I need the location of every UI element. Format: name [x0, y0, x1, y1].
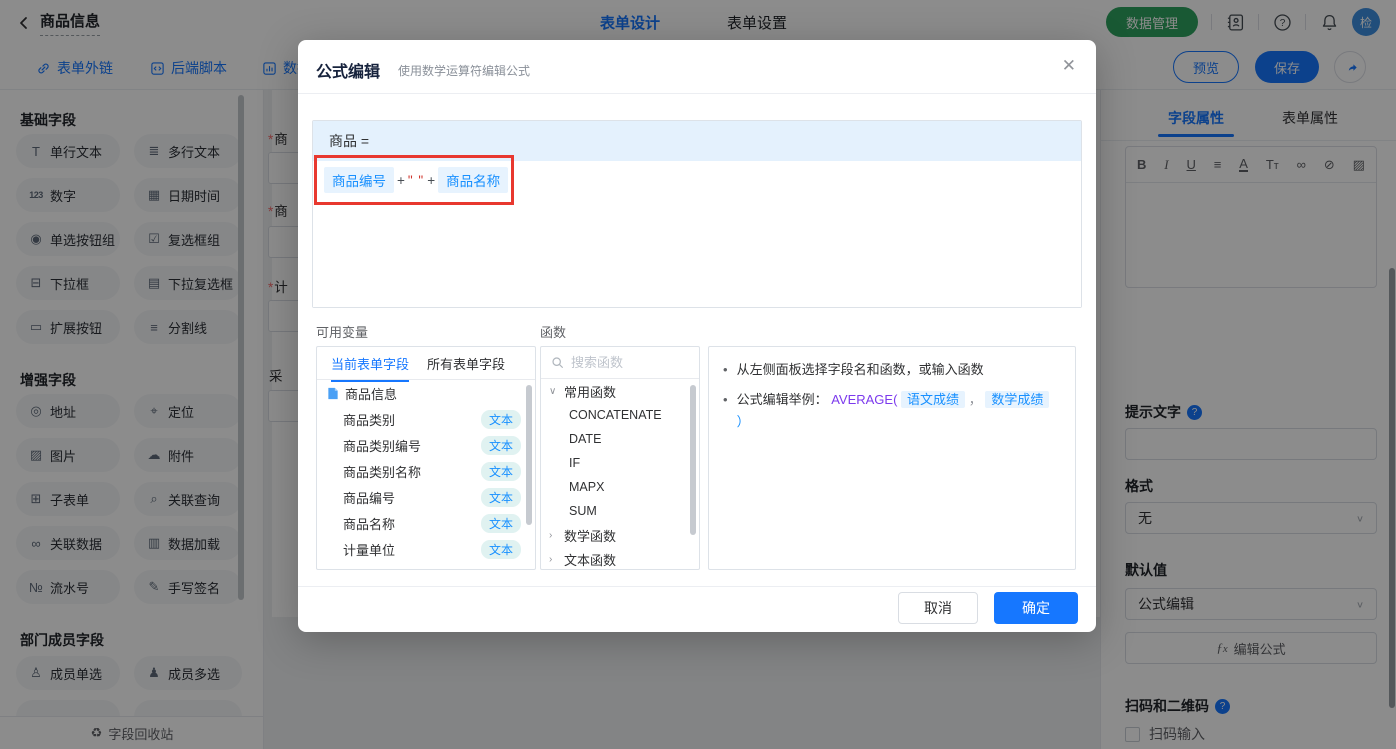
modal-subtitle: 使用数学运算符编辑公式 — [398, 64, 531, 78]
variable-item[interactable]: 商品类别 文本 — [317, 406, 535, 432]
function-item[interactable]: SUM — [541, 499, 699, 523]
tab-current-form-fields[interactable]: 当前表单字段 — [331, 354, 410, 382]
variable-item-partial[interactable] — [317, 562, 535, 569]
example-field-token: 语文成绩 — [901, 391, 966, 408]
variable-item[interactable]: 商品类别编号 文本 — [317, 432, 535, 458]
close-icon[interactable]: ✕ — [1062, 56, 1076, 76]
variable-item[interactable]: 商品类别名称 文本 — [317, 458, 535, 484]
plus-operator: + — [427, 172, 436, 188]
formula-editor: 商品 = — [312, 120, 1082, 308]
variable-item[interactable]: 计量单位 文本 — [317, 536, 535, 562]
type-badge: 文本 — [480, 487, 521, 507]
type-badge: 文本 — [480, 461, 521, 481]
bullet-icon: • — [723, 392, 728, 407]
footer-divider — [298, 586, 1096, 587]
function-search-input[interactable] — [571, 355, 681, 370]
type-badge: 文本 — [480, 513, 521, 533]
function-group-text[interactable]: › 文本函数 — [541, 547, 699, 569]
plus-operator: + — [397, 172, 405, 188]
modal-header: 公式编辑 使用数学运算符编辑公式 ✕ — [298, 40, 1096, 94]
tab-all-form-fields[interactable]: 所有表单字段 — [427, 354, 505, 373]
tip-line-1: • 从左侧面板选择字段名和函数，或输入函数 — [723, 359, 1061, 381]
example-field-token: 数学成绩 — [985, 391, 1050, 408]
chevron-right-icon: › — [549, 553, 553, 565]
variable-item[interactable]: 商品编号 文本 — [317, 484, 535, 510]
formula-expression: 商品编号 + " " + 商品名称 — [324, 167, 509, 193]
function-search — [541, 347, 699, 379]
variable-item[interactable]: 商品名称 文本 — [317, 510, 535, 536]
chevron-right-icon: › — [549, 529, 553, 541]
functions-panel: ∨常用函数 CONCATENATE DATE IF MAPX SUM ›数学函数… — [540, 346, 700, 570]
type-badge: 文本 — [480, 409, 521, 429]
modal-title: 公式编辑 — [316, 64, 381, 81]
field-token[interactable]: 商品编号 — [324, 167, 394, 193]
tip-line-2: • 公式编辑举例： AVERAGE( 语文成绩 ， 数学成绩 ） — [723, 389, 1061, 433]
function-group-common[interactable]: ∨ 常用函数 — [541, 379, 699, 403]
function-item[interactable]: MAPX — [541, 475, 699, 499]
string-literal: " " — [407, 172, 425, 188]
example-function-name: AVERAGE( — [831, 392, 898, 407]
variables-panel: 当前表单字段 所有表单字段 商品信息 商品类别 文本 商品类别编号 文本 商品类别名… — [316, 346, 536, 570]
function-item[interactable]: CONCATENATE — [541, 403, 699, 427]
search-icon — [551, 356, 564, 369]
variables-section-label: 可用变量 — [316, 325, 369, 340]
formula-edit-modal: 公式编辑 使用数学运算符编辑公式 ✕ 商品 = 商品编号 + " " + 商品名称 … — [298, 40, 1096, 632]
variables-tabs: 当前表单字段 所有表单字段 — [317, 347, 535, 382]
function-item[interactable]: IF — [541, 451, 699, 475]
function-item[interactable]: DATE — [541, 427, 699, 451]
type-badge: 文本 — [480, 435, 521, 455]
variables-scrollbar[interactable] — [526, 385, 532, 525]
type-badge: 文本 — [480, 539, 521, 559]
document-icon — [327, 387, 339, 400]
functions-scrollbar[interactable] — [690, 385, 696, 535]
formula-target-bar: 商品 = — [313, 121, 1081, 161]
chevron-down-icon: ∨ — [549, 385, 557, 397]
confirm-button[interactable]: 确定 — [994, 592, 1078, 624]
functions-section-label: 函数 — [540, 325, 567, 340]
cancel-button[interactable]: 取消 — [898, 592, 978, 624]
function-group-math[interactable]: › 数学函数 — [541, 523, 699, 547]
tree-root-item[interactable]: 商品信息 — [317, 380, 535, 406]
form-designer-page: 商品信息 表单设计 表单设置 数据管理 ? 检 表单外链 后端脚本 预览 保存 … — [0, 0, 1396, 749]
tips-panel: • 从左侧面板选择字段名和函数，或输入函数 • 公式编辑举例： AVERAGE(… — [708, 346, 1076, 570]
bullet-icon: • — [723, 362, 728, 377]
field-token[interactable]: 商品名称 — [438, 167, 509, 193]
